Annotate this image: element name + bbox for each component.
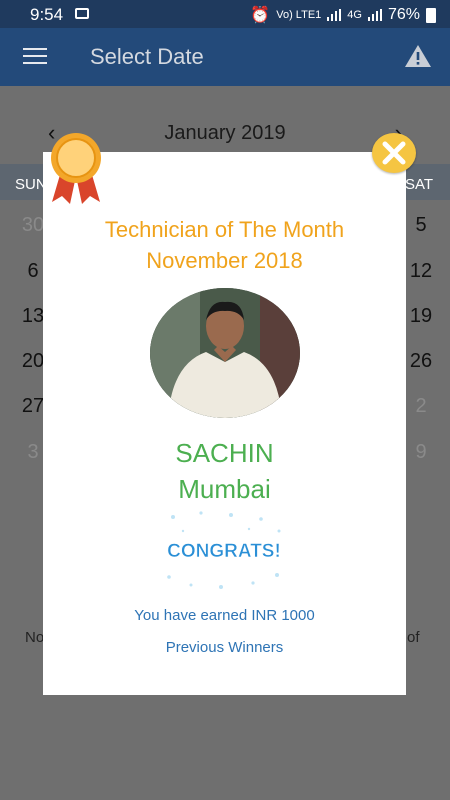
calendar-day[interactable]: 19 — [401, 305, 441, 328]
winner-name: SACHIN — [175, 438, 274, 468]
previous-winners-link[interactable]: Previous Winners — [43, 639, 406, 656]
award-title: Technician of The Month November 2018 — [43, 214, 406, 276]
congrats-text: CONGRATS! — [167, 541, 281, 562]
background-note-right: of — [407, 629, 420, 646]
battery-percent: 76% — [387, 6, 420, 23]
status-time: 9:54 — [30, 5, 64, 24]
alarm-icon: ⏰ — [250, 7, 271, 24]
award-title-line1: Technician of The Month — [104, 217, 345, 242]
award-ribbon-icon — [51, 133, 101, 204]
app-bar: Select Date — [0, 28, 450, 86]
calendar-day[interactable]: 2 — [401, 395, 441, 418]
status-bar: 9:54 ⏰ Vo) LTE1 4G 76% — [0, 0, 450, 28]
gallery-icon — [75, 8, 89, 19]
technician-award-dialog: Technician of The Month November 2018 SA… — [43, 152, 406, 695]
winner-photo — [150, 288, 300, 418]
calendar-day[interactable]: 5 — [401, 214, 441, 237]
background-note-left: No — [25, 629, 45, 646]
hamburger-menu-icon[interactable] — [23, 48, 47, 65]
earned-amount-text: You have earned INR 1000 — [134, 607, 315, 624]
weekday-sun: SUN — [15, 176, 47, 193]
status-icons: ⏰ Vo) LTE1 4G 76% — [250, 5, 436, 25]
warning-triangle-icon[interactable] — [404, 44, 432, 68]
page-title: Select Date — [90, 44, 204, 69]
network-label: Vo) LTE1 — [276, 9, 322, 21]
calendar-day[interactable]: 12 — [401, 260, 441, 283]
weekday-sat: SAT — [405, 176, 434, 193]
signal-icon — [327, 9, 342, 21]
winner-info: SACHIN Mumbai — [43, 435, 406, 507]
calendar-day[interactable]: 9 — [401, 441, 441, 464]
calendar-day[interactable]: 26 — [401, 350, 441, 373]
signal-icon-2 — [367, 9, 382, 21]
network-type: 4G — [347, 9, 362, 21]
award-title-line2: November 2018 — [146, 248, 303, 273]
winner-city: Mumbai — [178, 474, 271, 504]
close-button[interactable] — [372, 133, 416, 173]
battery-icon — [426, 7, 436, 23]
close-x-icon — [382, 141, 406, 165]
congrats-graphic: CONGRATS! — [161, 507, 287, 593]
